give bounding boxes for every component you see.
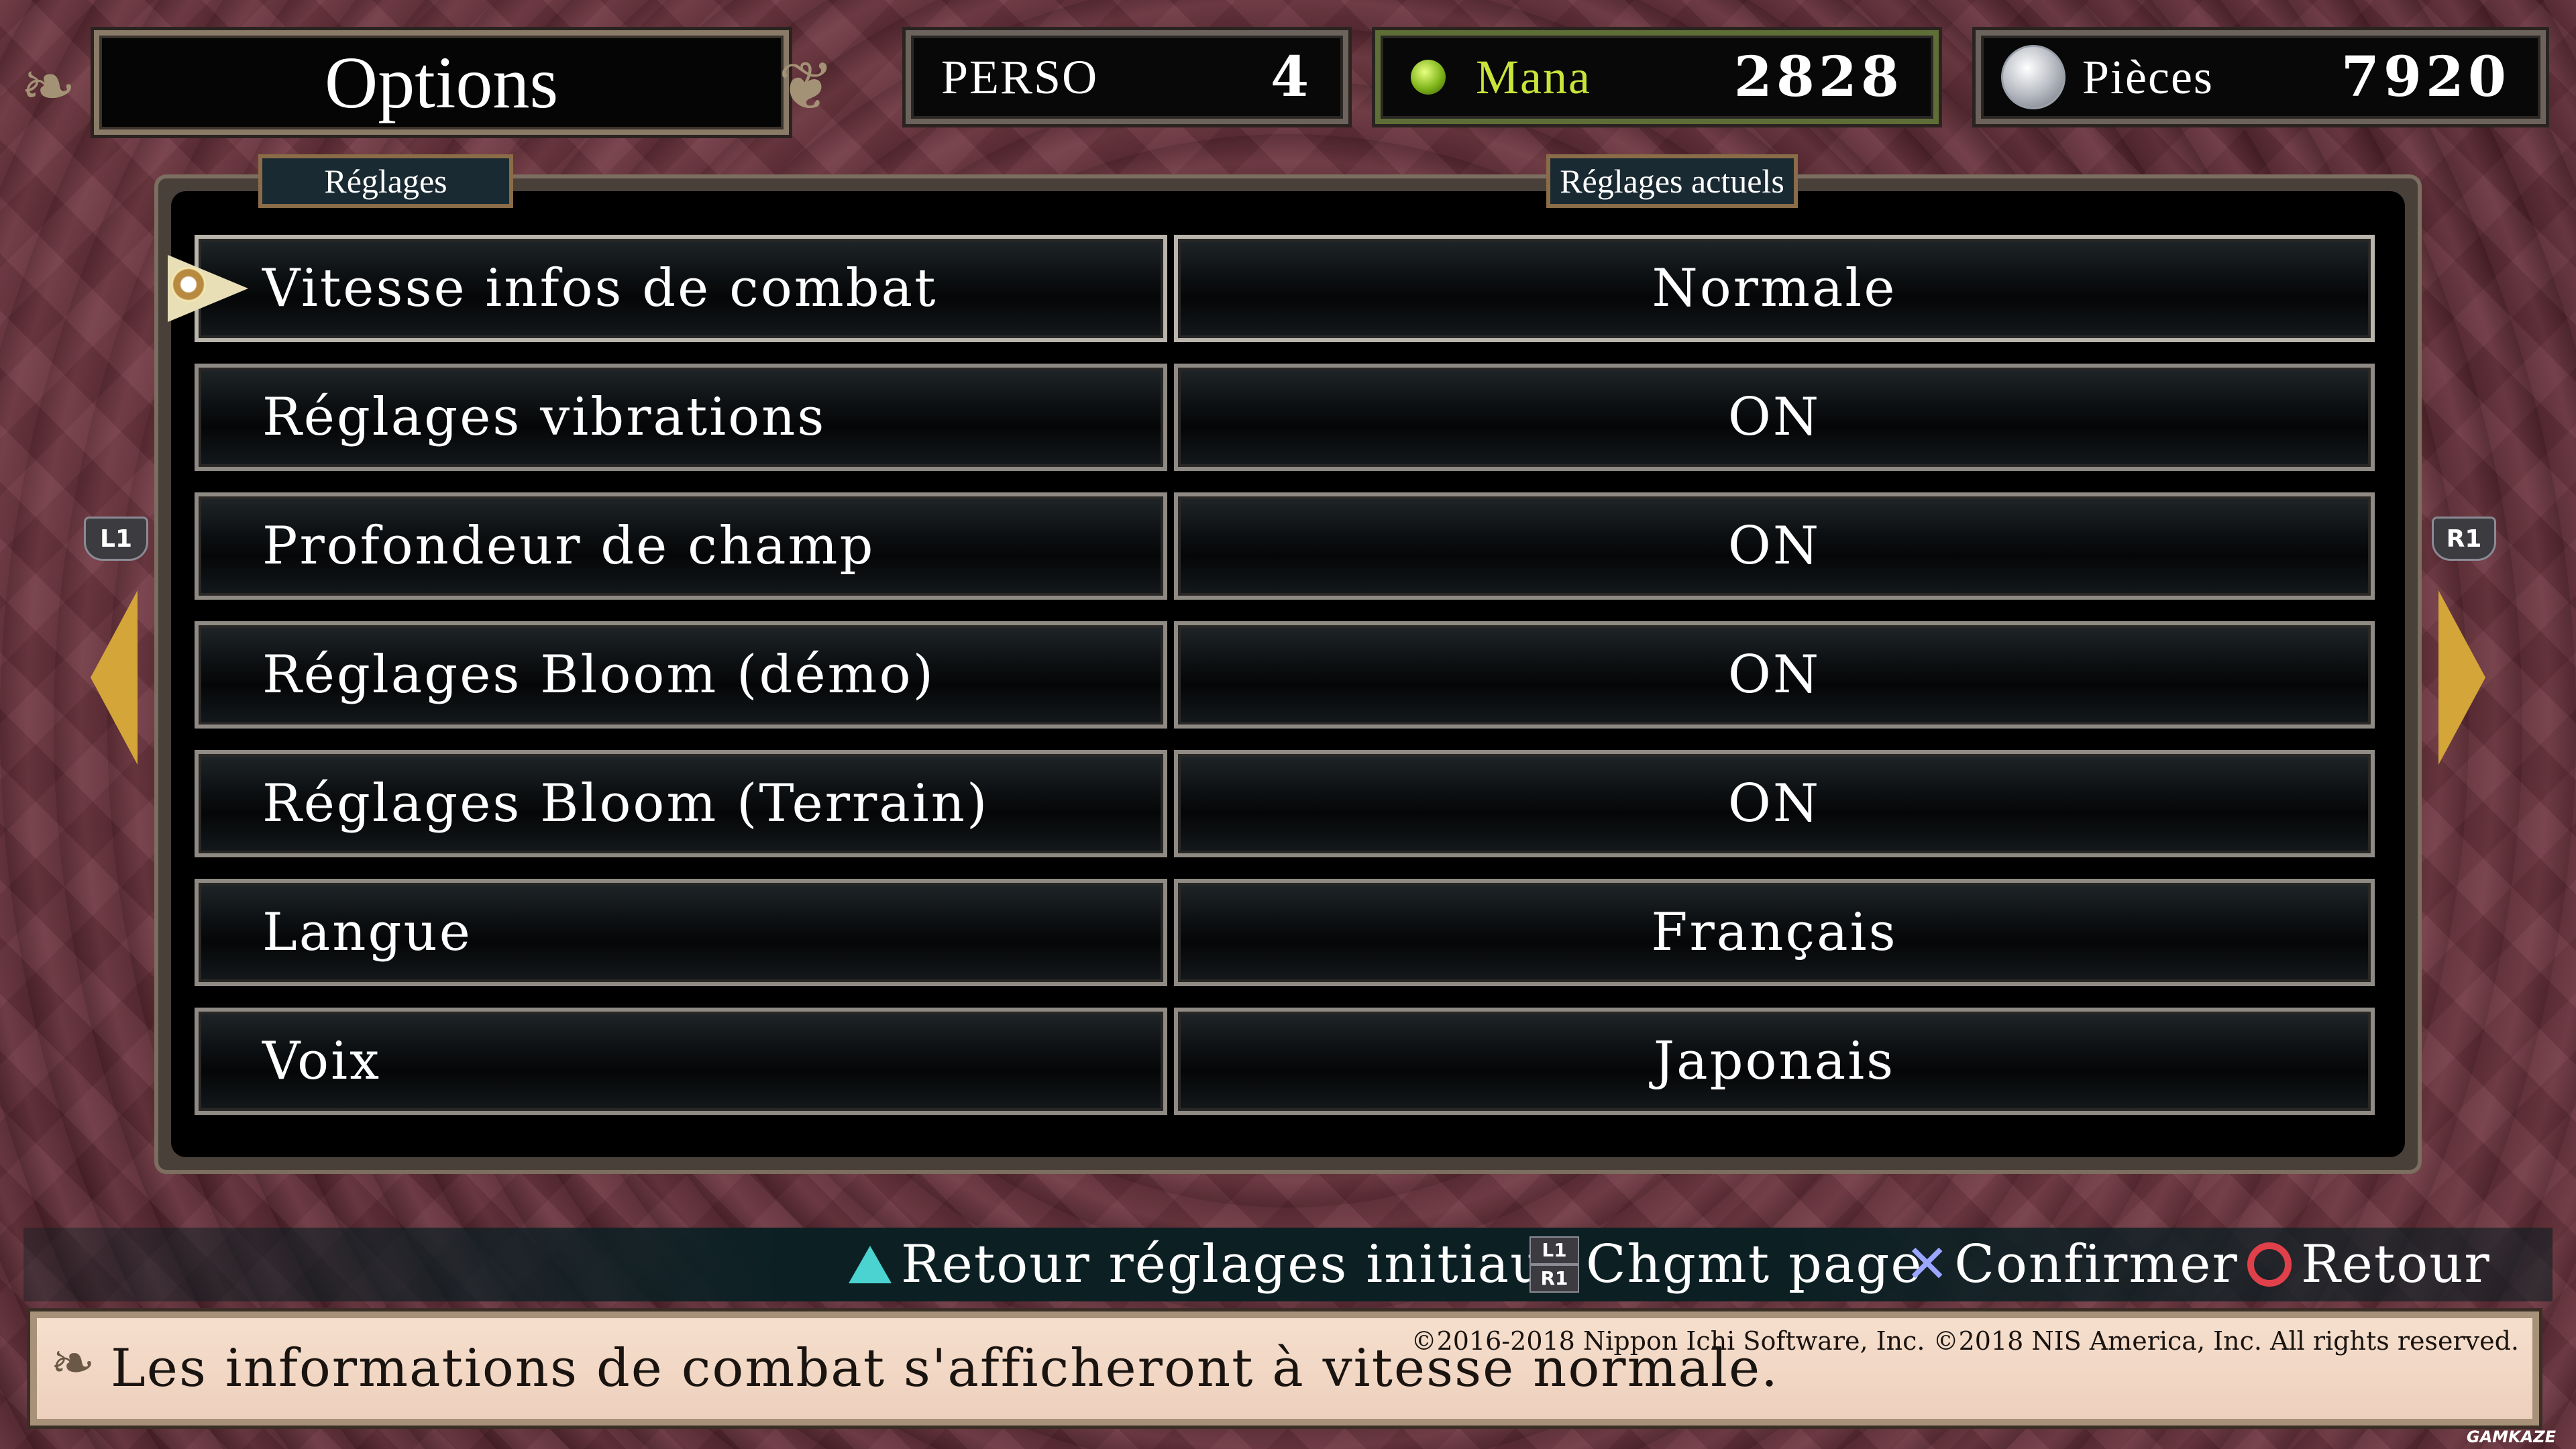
setting-row-voix[interactable]: Voix Japonais	[195, 1008, 2375, 1115]
l1-button[interactable]: L1	[84, 517, 148, 561]
page-title-box: Options	[94, 30, 789, 135]
setting-name-cell: Réglages Bloom (démo)	[195, 621, 1167, 729]
column-tab-reglages: Réglages	[258, 154, 513, 208]
description-flourish-icon: ❧	[50, 1332, 96, 1394]
prev-page-arrow-icon[interactable]	[91, 590, 138, 765]
r1-mini-label: R1	[1529, 1265, 1579, 1293]
stat-perso-value: 4	[1270, 45, 1313, 109]
confirm-control[interactable]: ✕ Confirmer	[1905, 1231, 2239, 1298]
l1-label: L1	[100, 525, 132, 553]
stat-mana: Mana 2828	[1375, 30, 1939, 124]
setting-value: Japonais	[1653, 1031, 1896, 1091]
setting-name: Réglages Bloom (Terrain)	[262, 773, 989, 834]
setting-name-cell: Voix	[195, 1008, 1167, 1115]
stat-pieces: Pièces 7920	[1976, 30, 2546, 124]
next-page-arrow-icon[interactable]	[2438, 590, 2485, 765]
reset-label: Retour réglages initiaux	[901, 1234, 1576, 1295]
setting-name-cell: Langue	[195, 879, 1167, 986]
setting-row-langue[interactable]: Langue Français	[195, 879, 2375, 986]
setting-row-bloom-terrain[interactable]: Réglages Bloom (Terrain) ON	[195, 750, 2375, 857]
setting-value-cell[interactable]: Japonais	[1174, 1008, 2375, 1115]
setting-row-bloom-demo[interactable]: Réglages Bloom (démo) ON	[195, 621, 2375, 729]
page-change-control[interactable]: L1 R1 Chgmt page	[1529, 1231, 1923, 1298]
description-bar: ❧ Les informations de combat s'affichero…	[30, 1311, 2539, 1426]
r1-label: R1	[2446, 525, 2482, 553]
mana-orb-icon	[1411, 60, 1446, 95]
confirm-label: Confirmer	[1954, 1234, 2239, 1295]
stat-mana-value: 2828	[1733, 45, 1903, 109]
setting-row-vitesse[interactable]: Vitesse infos de combat Normale	[168, 235, 2375, 342]
coin-icon	[2001, 45, 2065, 109]
page-change-label: Chgmt page	[1586, 1234, 1923, 1295]
l1-r1-button-icon: L1 R1	[1529, 1236, 1579, 1293]
setting-value-cell[interactable]: Français	[1174, 879, 2375, 986]
setting-row-vibrations[interactable]: Réglages vibrations ON	[195, 364, 2375, 471]
stat-mana-label: Mana	[1476, 50, 1591, 104]
setting-value-cell[interactable]: ON	[1174, 621, 2375, 729]
column-tab-reglages-label: Réglages	[324, 162, 447, 200]
setting-value: ON	[1727, 516, 1821, 576]
setting-name: Réglages vibrations	[262, 387, 826, 447]
stat-perso-label: PERSO	[941, 50, 1099, 104]
circle-button-icon	[2247, 1242, 2292, 1287]
flourish-left-icon: ❧	[20, 47, 76, 125]
setting-name: Réglages Bloom (démo)	[262, 645, 935, 705]
setting-row-profondeur[interactable]: Profondeur de champ ON	[195, 492, 2375, 600]
setting-value-cell[interactable]: ON	[1174, 492, 2375, 600]
r1-button[interactable]: R1	[2432, 517, 2496, 561]
page-title: Options	[324, 41, 559, 123]
back-control[interactable]: Retour	[2247, 1231, 2491, 1298]
stat-perso: PERSO 4	[906, 30, 1348, 124]
stat-pieces-value: 7920	[2341, 45, 2510, 109]
setting-name: Profondeur de champ	[262, 516, 875, 576]
setting-value-cell[interactable]: Normale	[1174, 235, 2375, 342]
cross-button-icon: ✕	[1905, 1234, 1949, 1295]
reset-control[interactable]: Retour réglages initiaux	[849, 1231, 1576, 1298]
triangle-button-icon	[849, 1246, 892, 1283]
setting-value-cell[interactable]: ON	[1174, 364, 2375, 471]
setting-value: Normale	[1652, 258, 1897, 319]
setting-value: ON	[1727, 773, 1821, 834]
setting-name: Vitesse infos de combat	[262, 258, 938, 319]
copyright-text: ©2016-2018 Nippon Ichi Software, Inc. ©2…	[1411, 1326, 2519, 1356]
cursor-ring-icon	[171, 267, 206, 302]
column-tab-reglages-actuels: Réglages actuels	[1546, 154, 1798, 208]
column-tab-reglages-actuels-label: Réglages actuels	[1560, 162, 1784, 200]
setting-value: Français	[1651, 902, 1898, 963]
setting-name-cell: Profondeur de champ	[195, 492, 1167, 600]
setting-name-cell: Réglages vibrations	[195, 364, 1167, 471]
back-label: Retour	[2301, 1234, 2491, 1295]
setting-name: Voix	[262, 1031, 382, 1091]
setting-value-cell[interactable]: ON	[1174, 750, 2375, 857]
setting-value: ON	[1727, 645, 1821, 705]
setting-name-cell: Réglages Bloom (Terrain)	[195, 750, 1167, 857]
watermark: GAMKAZE	[2466, 1428, 2556, 1446]
stat-pieces-label: Pièces	[2082, 50, 2214, 104]
setting-value: ON	[1727, 387, 1821, 447]
setting-name-cell: Vitesse infos de combat	[195, 235, 1167, 342]
l1-mini-label: L1	[1529, 1236, 1579, 1265]
setting-name: Langue	[262, 902, 472, 963]
flourish-right-icon: ❦	[778, 47, 835, 125]
